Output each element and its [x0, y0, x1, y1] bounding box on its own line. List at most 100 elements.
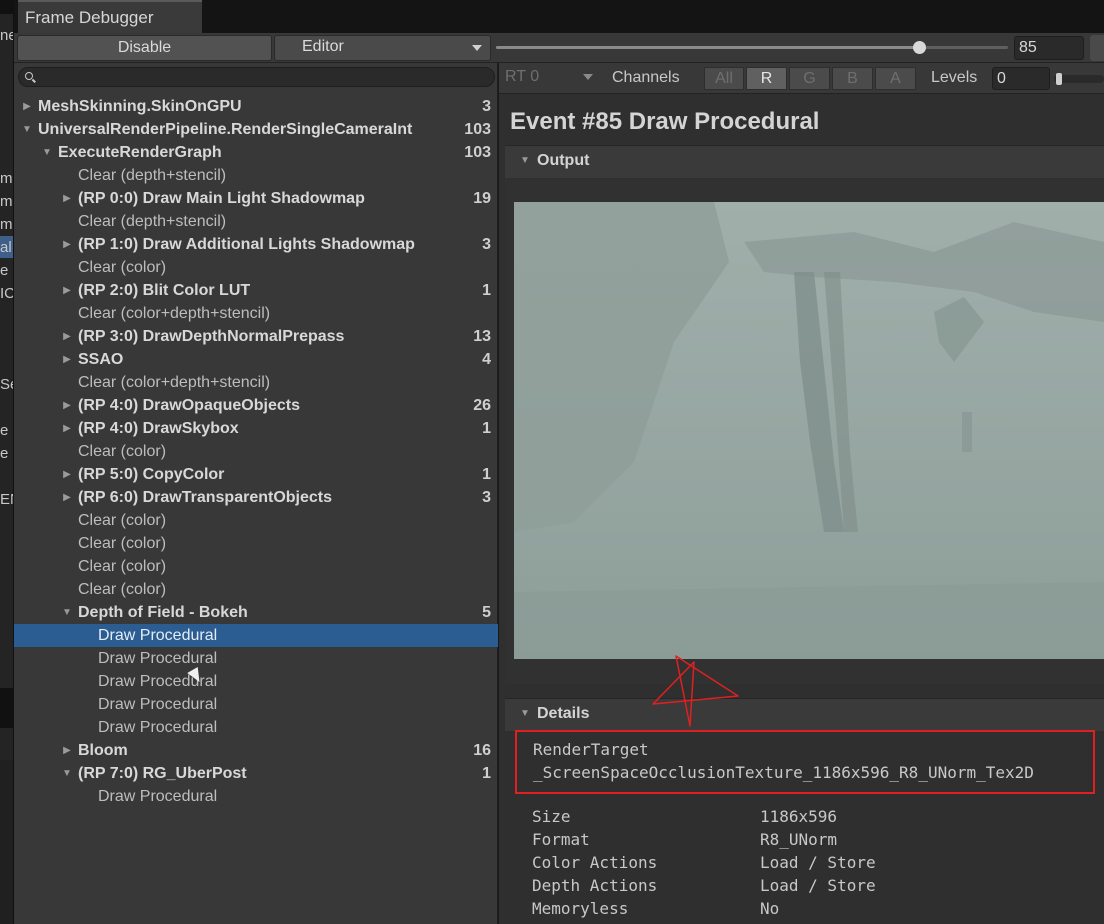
chevron-down-icon[interactable]: ▼	[60, 601, 74, 624]
search-field[interactable]	[18, 67, 495, 87]
render-target-toolbar: RT 0 Channels All R G B A Levels 0	[499, 63, 1104, 94]
render-target-label: RenderTarget	[533, 740, 649, 759]
tree-row[interactable]: Clear (color)	[14, 532, 498, 555]
tree-row[interactable]: Draw Procedural	[14, 716, 498, 739]
chevron-right-icon[interactable]: ▶	[60, 463, 74, 486]
tree-row-label: (RP 7:0) RG_UberPost	[78, 765, 247, 782]
tree-row[interactable]: Draw Procedural	[14, 693, 498, 716]
toolbar-next-button[interactable]	[1090, 35, 1104, 61]
tree-row-label: Draw Procedural	[98, 627, 218, 644]
channel-toggle-r[interactable]: R	[746, 67, 787, 90]
detail-value: No	[760, 899, 780, 918]
tree-row-count: 103	[464, 121, 491, 138]
target-dropdown-value: Editor	[302, 38, 344, 55]
chevron-down-icon[interactable]: ▼	[60, 762, 74, 785]
tree-row[interactable]: ▶ MeshSkinning.SkinOnGPU 3	[14, 95, 498, 118]
chevron-right-icon[interactable]: ▶	[60, 348, 74, 371]
chevron-down-icon[interactable]: ▼	[40, 141, 54, 164]
tree-row-label: Draw Procedural	[98, 788, 218, 805]
detail-value: 1186x596	[760, 807, 838, 826]
channels-label: Channels	[612, 69, 680, 86]
tree-row[interactable]: ▶ (RP 4:0) DrawOpaqueObjects 26	[14, 394, 498, 417]
levels-range-slider[interactable]	[1054, 73, 1104, 85]
tree-row[interactable]: ▶ (RP 3:0) DrawDepthNormalPrepass 13	[14, 325, 498, 348]
tree-row[interactable]: Draw Procedural	[14, 785, 498, 808]
tree-row[interactable]: Draw Procedural	[14, 670, 498, 693]
render-target-highlight-box: RenderTarget _ScreenSpaceOcclusionTextur…	[515, 730, 1095, 794]
channel-toggle-g[interactable]: G	[789, 67, 830, 90]
tree-row[interactable]: Clear (color)	[14, 509, 498, 532]
tree-row[interactable]: ▼ UniversalRenderPipeline.RenderSingleCam…	[14, 118, 498, 141]
strip-bottom	[0, 760, 13, 924]
tree-row[interactable]: Clear (depth+stencil)	[14, 210, 498, 233]
chevron-right-icon[interactable]: ▶	[60, 394, 74, 417]
output-section-header[interactable]: ▼ Output	[505, 145, 1104, 178]
tree-row-count: 16	[473, 742, 491, 759]
tree-row[interactable]: ▶ (RP 6:0) DrawTransparentObjects 3	[14, 486, 498, 509]
tree-row[interactable]: ▶ SSAO 4	[14, 348, 498, 371]
chevron-right-icon[interactable]: ▶	[20, 95, 34, 118]
tree-row-label: Clear (depth+stencil)	[78, 213, 227, 230]
tree-row-label: Clear (color)	[78, 581, 167, 598]
frame-slider-thumb[interactable]	[912, 41, 926, 54]
chevron-down-icon	[583, 74, 593, 80]
chevron-right-icon[interactable]: ▶	[60, 325, 74, 348]
tree-row[interactable]: Draw Procedural	[14, 624, 498, 647]
render-target-value: _ScreenSpaceOcclusionTexture_1186x596_R8…	[533, 763, 1034, 782]
tree-row-count: 19	[473, 190, 491, 207]
detail-value: Load / Store	[760, 876, 876, 895]
tree-row[interactable]: Clear (color+depth+stencil)	[14, 371, 498, 394]
tree-row[interactable]: ▶ Bloom 16	[14, 739, 498, 762]
tree-row[interactable]: ▼ ExecuteRenderGraph 103	[14, 141, 498, 164]
tree-row-count: 26	[473, 397, 491, 414]
tree-row[interactable]: ▶ (RP 5:0) CopyColor 1	[14, 463, 498, 486]
channel-toggle-all[interactable]: All	[704, 67, 744, 90]
tree-row[interactable]: ▶ (RP 2:0) Blit Color LUT 1	[14, 279, 498, 302]
tree-row[interactable]: ▶ (RP 4:0) DrawSkybox 1	[14, 417, 498, 440]
tree-row[interactable]: ▼ (RP 7:0) RG_UberPost 1	[14, 762, 498, 785]
tree-row[interactable]: Clear (color)	[14, 440, 498, 463]
tree-row-count: 5	[482, 604, 491, 621]
tree-row-label: ExecuteRenderGraph	[58, 144, 222, 161]
frame-debugger-toolbar: Disable Editor 85	[14, 33, 1104, 63]
tree-row[interactable]: Draw Procedural	[14, 647, 498, 670]
details-section-header[interactable]: ▼ Details	[505, 698, 1104, 731]
strip-text-fragment: EN	[0, 491, 13, 508]
frame-slider[interactable]	[496, 41, 1008, 54]
tree-row[interactable]: Clear (color)	[14, 256, 498, 279]
chevron-right-icon[interactable]: ▶	[60, 417, 74, 440]
event-title: Event #85 Draw Procedural	[510, 108, 820, 135]
star-scribble-icon	[652, 655, 739, 727]
chevron-right-icon[interactable]: ▶	[60, 187, 74, 210]
chevron-right-icon[interactable]: ▶	[60, 279, 74, 302]
output-area	[505, 179, 1104, 684]
detail-key: Depth Actions	[532, 876, 658, 895]
tree-row[interactable]: ▶ (RP 1:0) Draw Additional Lights Shadowm…	[14, 233, 498, 256]
chevron-down-icon: ▼	[520, 708, 530, 719]
channel-toggle-a[interactable]: A	[875, 67, 916, 90]
tree-row[interactable]: Clear (depth+stencil)	[14, 164, 498, 187]
tab-frame-debugger[interactable]: Frame Debugger	[18, 0, 202, 33]
chevron-right-icon[interactable]: ▶	[60, 233, 74, 256]
tree-row[interactable]: Clear (color)	[14, 578, 498, 601]
tree-row[interactable]: ▶ (RP 0:0) Draw Main Light Shadowmap 19	[14, 187, 498, 210]
tree-row-label: Clear (color+depth+stencil)	[78, 305, 271, 322]
chevron-right-icon[interactable]: ▶	[60, 739, 74, 762]
disable-button[interactable]: Disable	[17, 35, 272, 61]
chevron-right-icon[interactable]: ▶	[60, 486, 74, 509]
chevron-down-icon	[472, 45, 482, 51]
target-dropdown[interactable]: Editor	[274, 35, 491, 61]
frame-slider-fill	[496, 46, 919, 49]
tree-row-label: (RP 5:0) CopyColor	[78, 466, 225, 483]
detail-key: Memoryless	[532, 899, 629, 918]
tree-row-label: Clear (color)	[78, 558, 167, 575]
render-target-dropdown[interactable]: RT 0	[501, 66, 597, 90]
levels-input[interactable]: 0	[992, 67, 1050, 90]
tree-row[interactable]: Clear (color)	[14, 555, 498, 578]
tree-row[interactable]: Clear (color+depth+stencil)	[14, 302, 498, 325]
chevron-down-icon[interactable]: ▼	[20, 118, 34, 141]
channel-toggle-b[interactable]: B	[832, 67, 873, 90]
tree-row-label: Clear (color)	[78, 535, 167, 552]
tree-row[interactable]: ▼ Depth of Field - Bokeh 5	[14, 601, 498, 624]
frame-number-input[interactable]: 85	[1014, 36, 1084, 60]
